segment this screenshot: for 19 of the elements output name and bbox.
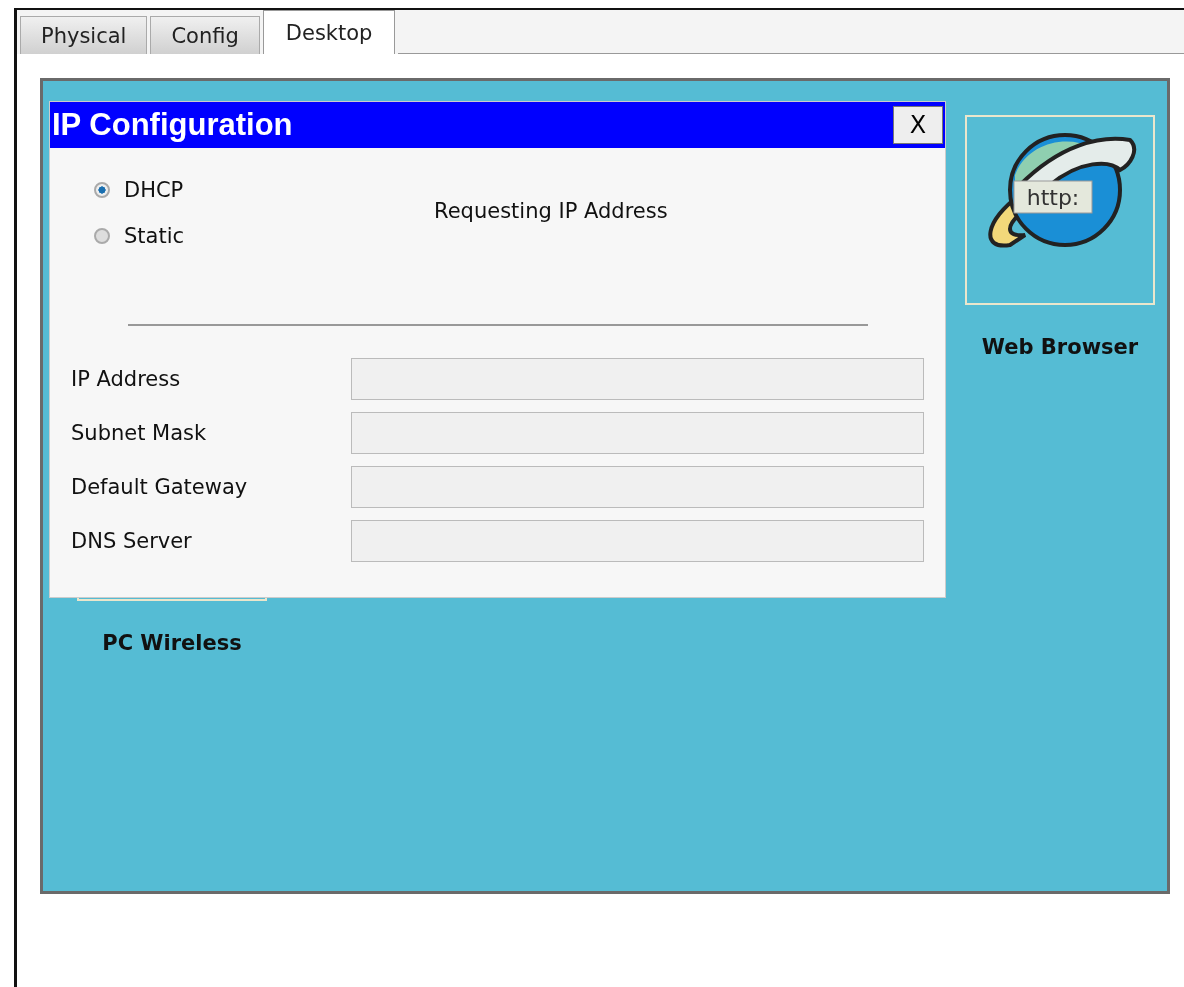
app-label: PC Wireless [102,631,242,655]
app-label: Web Browser [981,335,1139,359]
radio-icon[interactable] [94,182,110,198]
field-label: DNS Server [71,529,193,553]
field-label: Default Gateway [71,475,249,499]
close-button[interactable]: X [893,106,943,144]
icon-text: http: [1026,185,1080,210]
status-text: Requesting IP Address [434,198,668,223]
radio-option[interactable]: DHCP [94,178,434,202]
dialog-title: IP Configuration [52,107,293,143]
radio-option[interactable]: Static [94,224,434,248]
globe-icon [988,133,1137,248]
app-tile[interactable]: http: [965,115,1155,305]
tab[interactable]: Physical [20,16,148,54]
radio-icon[interactable] [94,228,110,244]
tab[interactable]: Config [150,16,260,54]
field-label: Subnet Mask [71,421,208,445]
field-label: IP Address [71,367,182,391]
tab[interactable]: Desktop [262,10,396,54]
